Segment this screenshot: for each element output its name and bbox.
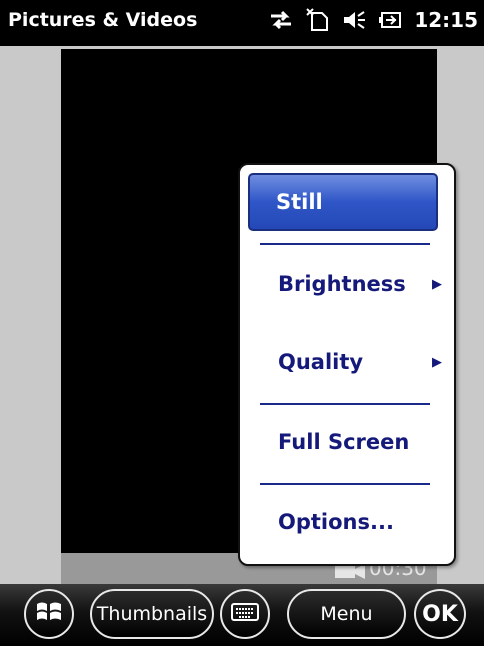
speaker-muted-icon[interactable]	[342, 8, 366, 32]
app-title: Pictures & Videos	[8, 9, 198, 31]
ok-label: OK	[422, 601, 458, 627]
menu-separator	[260, 243, 430, 245]
windows-logo-icon	[34, 598, 64, 631]
menu-item-label: Quality	[278, 350, 364, 374]
keyboard-icon	[231, 602, 259, 626]
menu-separator	[260, 483, 430, 485]
menu-item-quality[interactable]: Quality ▶	[250, 339, 444, 385]
menu-button[interactable]: Menu	[287, 589, 406, 639]
menu-item-label: Full Screen	[278, 430, 410, 454]
keyboard-button[interactable]	[220, 589, 270, 639]
menu-item-options[interactable]: Options...	[250, 499, 444, 545]
menu-item-full-screen[interactable]: Full Screen	[250, 419, 444, 465]
menu-label: Menu	[320, 603, 373, 625]
menu-item-still[interactable]: Still	[248, 173, 438, 231]
clock[interactable]: 12:15	[414, 8, 478, 32]
no-sim-icon[interactable]	[306, 8, 330, 32]
menu-item-label: Options...	[278, 510, 394, 534]
status-bar: Pictures & Videos 12:15	[0, 0, 484, 46]
soft-key-bar: Thumbnails Menu OK	[0, 584, 484, 646]
menu-item-label: Brightness	[278, 272, 406, 296]
thumbnails-button[interactable]: Thumbnails	[90, 589, 214, 639]
battery-charging-icon[interactable]	[378, 8, 402, 32]
ok-button[interactable]: OK	[414, 589, 466, 639]
menu-item-label: Still	[276, 190, 323, 214]
submenu-arrow-icon: ▶	[432, 354, 442, 370]
submenu-arrow-icon: ▶	[432, 276, 442, 292]
menu-separator	[260, 403, 430, 405]
popup-menu: Still Brightness ▶ Quality ▶ Full Screen…	[238, 163, 456, 566]
menu-item-brightness[interactable]: Brightness ▶	[250, 261, 444, 307]
status-icons: 12:15	[268, 8, 478, 32]
start-button[interactable]	[24, 589, 74, 639]
thumbnails-label: Thumbnails	[96, 603, 208, 625]
sync-arrows-icon[interactable]	[268, 8, 294, 32]
